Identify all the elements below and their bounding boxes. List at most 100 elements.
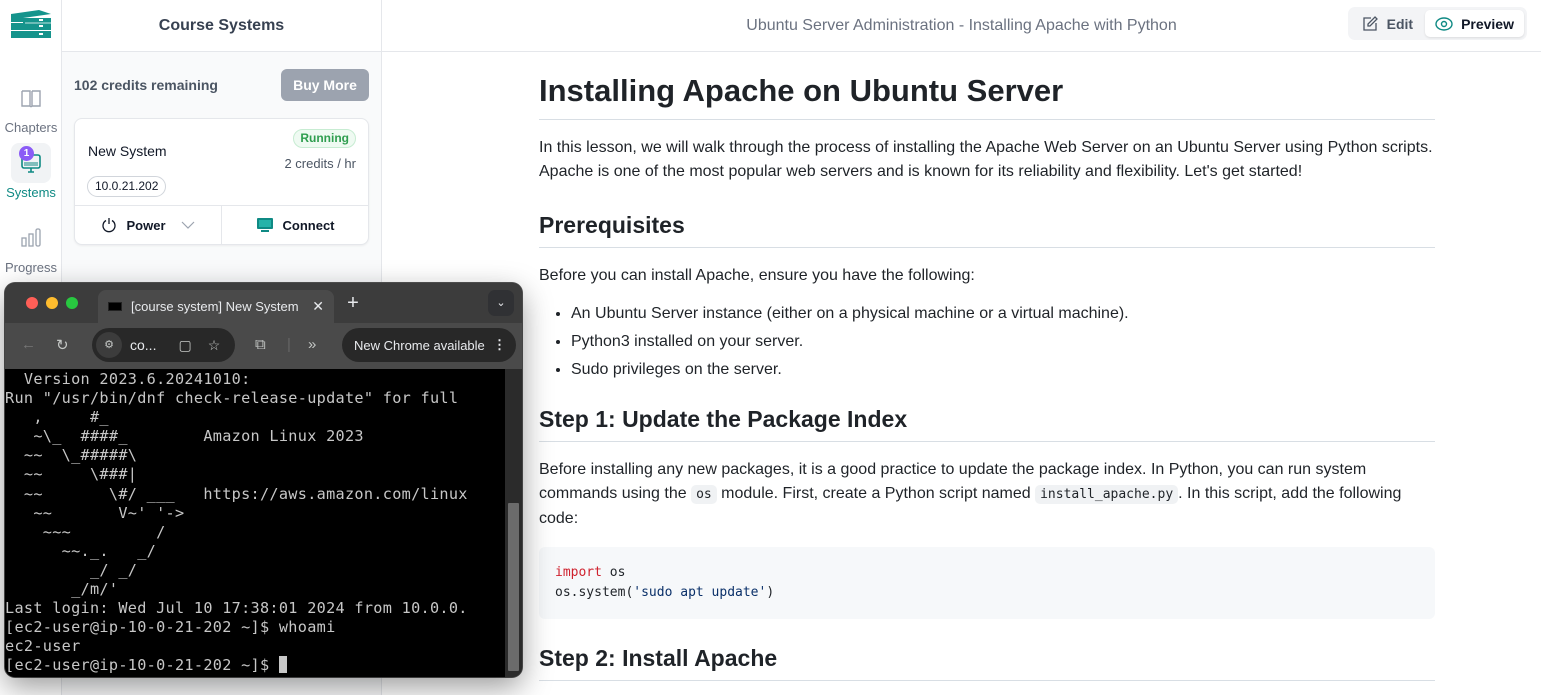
- inline-code-os: os: [691, 485, 717, 504]
- buy-more-button[interactable]: Buy More: [281, 69, 369, 101]
- system-card: New System Running 2 credits / hr 10.0.2…: [74, 118, 369, 245]
- step1-paragraph: Before installing any new packages, it i…: [539, 458, 1435, 531]
- terminal-line: ec2-user: [5, 637, 81, 656]
- rail-label-systems: Systems: [6, 185, 56, 200]
- browser-window: [course system] New System ✕ + ⌄ ← ↻ ⚙ c…: [5, 283, 522, 677]
- pencil-icon: [1362, 15, 1378, 31]
- connect-button[interactable]: Connect: [221, 206, 368, 244]
- code-string: 'sudo apt update': [633, 585, 767, 600]
- kebab-menu-icon[interactable]: ⋮: [493, 337, 506, 353]
- preview-button[interactable]: Preview: [1425, 10, 1524, 37]
- terminal-line: Version 2023.6.20241010:: [5, 370, 251, 388]
- power-button[interactable]: Power: [75, 206, 221, 244]
- rail-item-systems[interactable]: 1 Systems: [0, 143, 62, 200]
- terminal-line: ~\_ ####_ Amazon Linux 2023: [5, 427, 364, 446]
- terminal-line: , #_: [5, 408, 109, 427]
- terminal-line: ~~._. _/: [5, 541, 157, 560]
- code-text: ): [766, 585, 775, 600]
- intro-paragraph: In this lesson, we will walk through the…: [539, 139, 1433, 180]
- system-actions: Power Connect: [75, 205, 368, 244]
- text: module. First, create a Python script na…: [716, 485, 1036, 502]
- new-tab-icon[interactable]: +: [341, 292, 365, 316]
- back-arrow-icon[interactable]: ←: [21, 336, 36, 353]
- code-keyword: import: [555, 565, 602, 580]
- star-icon[interactable]: ☆: [208, 337, 221, 354]
- scrollbar-thumb[interactable]: [508, 503, 519, 671]
- app-logo-icon[interactable]: [9, 8, 53, 42]
- rail-label-progress: Progress: [4, 260, 58, 275]
- close-window-button[interactable]: [26, 297, 38, 309]
- terminal-line: Run "/usr/bin/dnf check-release-update" …: [5, 389, 459, 408]
- terminal-line: ~~ V~' '->: [5, 503, 185, 522]
- tab-strip: [course system] New System ✕ + ⌄: [5, 283, 522, 323]
- system-ip: 10.0.21.202: [87, 176, 167, 197]
- terminal[interactable]: Version 2023.6.20241010: Run "/usr/bin/d…: [5, 369, 505, 677]
- power-icon: [102, 218, 117, 233]
- mode-toggle: Edit Preview: [1347, 7, 1527, 40]
- chrome-update-button[interactable]: New Chrome available ⋮: [342, 328, 516, 362]
- code-text: os: [601, 565, 626, 580]
- terminal-line: _/m/': [5, 580, 119, 599]
- prerequisites-list: An Ubuntu Server instance (either on a p…: [571, 300, 1435, 384]
- extensions-icon[interactable]: ⧉: [255, 336, 266, 353]
- main-content: Ubuntu Server Administration - Installin…: [382, 0, 1541, 695]
- monitor-icon: [256, 218, 273, 232]
- terminal-line: ~~ \_#####\: [5, 446, 138, 465]
- credits-remaining: 102 credits remaining: [74, 77, 218, 93]
- maximize-window-button[interactable]: [66, 297, 78, 309]
- lesson-heading: Installing Apache on Ubuntu Server: [539, 73, 1435, 120]
- clipboard-icon[interactable]: ▢: [178, 337, 191, 354]
- edit-label: Edit: [1386, 15, 1414, 32]
- system-name: New System: [88, 143, 167, 159]
- terminal-output: Version 2023.6.20241010: Run "/usr/bin/d…: [5, 370, 505, 676]
- tab-title: [course system] New System: [131, 299, 299, 314]
- rail-item-progress[interactable]: Progress: [0, 218, 62, 275]
- list-item: An Ubuntu Server instance (either on a p…: [571, 300, 1435, 328]
- reload-icon[interactable]: ↻: [56, 336, 69, 354]
- browser-toolbar: ← ↻ ⚙ co... ▢ ☆ ⧉ | » New Chrome availab…: [5, 323, 522, 369]
- status-badge: Running: [293, 129, 356, 148]
- main-header: Ubuntu Server Administration - Installin…: [382, 0, 1541, 52]
- edit-button[interactable]: Edit: [1351, 10, 1423, 37]
- lesson-title: Ubuntu Server Administration - Installin…: [746, 16, 1177, 34]
- step1-heading: Step 1: Update the Package Index: [539, 406, 1435, 442]
- chevron-down-icon[interactable]: [181, 220, 195, 230]
- prerequisites-intro: Before you can install Apache, ensure yo…: [539, 267, 975, 284]
- address-bar[interactable]: ⚙ co... ▢ ☆: [92, 328, 235, 362]
- lesson-document: Installing Apache on Ubuntu Server In th…: [539, 52, 1435, 681]
- eye-icon: [1435, 16, 1453, 31]
- terminal-cursor: [278, 656, 287, 674]
- bar-chart-icon: [11, 218, 51, 258]
- terminal-favicon-icon: [108, 302, 122, 311]
- step2-heading: Step 2: Install Apache: [539, 645, 1435, 681]
- terminal-line: ~~ \#/ ___ https://aws.amazon.com/linux: [5, 484, 468, 503]
- preview-label: Preview: [1461, 15, 1514, 32]
- rail-label-chapters: Chapters: [4, 120, 58, 135]
- toolbar-divider: |: [287, 336, 291, 353]
- terminal-scrollbar[interactable]: [505, 369, 522, 677]
- browser-tab[interactable]: [course system] New System ✕: [98, 290, 334, 323]
- code-block: import os os.system('sudo apt update'): [539, 547, 1435, 619]
- system-rate: 2 credits / hr: [284, 156, 356, 171]
- power-label: Power: [126, 217, 166, 233]
- book-icon: [11, 78, 51, 118]
- terminal-line: [ec2-user@ip-10-0-21-202 ~]$ whoami: [5, 618, 336, 637]
- systems-count-badge: 1: [19, 146, 34, 161]
- url-text: co...: [130, 337, 157, 353]
- terminal-line: ~~ \###|: [5, 465, 138, 484]
- site-settings-icon[interactable]: ⚙: [96, 332, 122, 358]
- list-item: Sudo privileges on the server.: [571, 356, 1435, 384]
- overflow-chevrons-icon[interactable]: »: [308, 336, 316, 353]
- monitor-icon: 1: [11, 143, 51, 183]
- prerequisites-heading: Prerequisites: [539, 212, 1435, 248]
- code-text: os.system(: [555, 585, 634, 600]
- terminal-line: Last login: Wed Jul 10 17:38:01 2024 fro…: [5, 599, 468, 618]
- terminal-line: _/ _/: [5, 560, 138, 579]
- rail-item-chapters[interactable]: Chapters: [0, 78, 62, 135]
- tab-search-chevron-icon[interactable]: ⌄: [488, 290, 514, 316]
- close-tab-icon[interactable]: ✕: [312, 298, 324, 315]
- list-item: Python3 installed on your server.: [571, 328, 1435, 356]
- update-label: New Chrome available: [354, 337, 485, 353]
- minimize-window-button[interactable]: [46, 297, 58, 309]
- panel-title: Course Systems: [62, 0, 381, 52]
